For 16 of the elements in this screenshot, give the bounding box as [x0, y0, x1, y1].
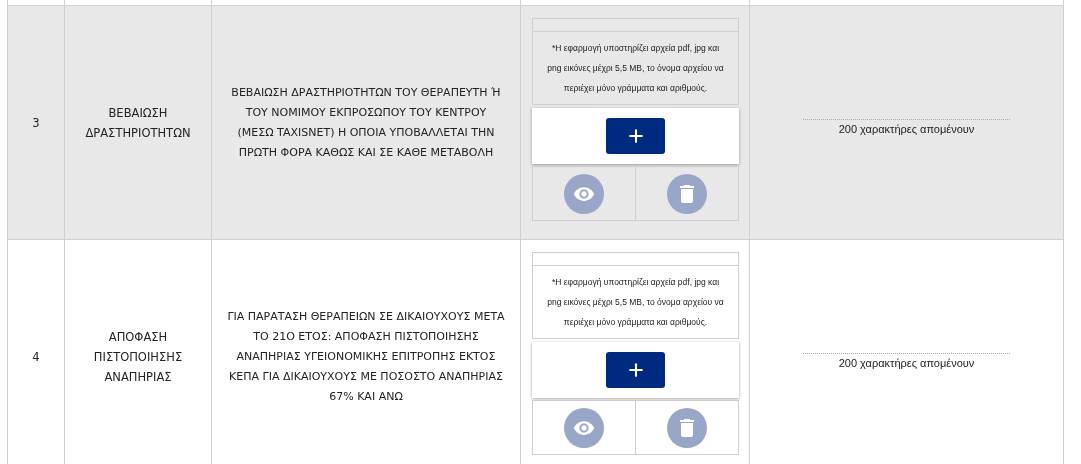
character-counter: 200 χαρακτήρες απομένουν	[838, 356, 975, 369]
view-button[interactable]	[563, 407, 604, 448]
view-button[interactable]	[563, 173, 604, 214]
delete-button[interactable]	[666, 407, 707, 448]
document-title: ΒΕΒΑΙΩΣΗ ΔΡΑΣΤΗΡΙΟΤΗΤΩΝ	[84, 104, 192, 142]
add-button[interactable]	[606, 118, 665, 154]
document-description: ΒΕΒΑΙΩΣΗ ΔΡΑΣΤΗΡΙΟΤΗΤΩΝ ΤΟΥ ΘΕΡΑΠΕΥΤΗ Ή ΤΟΥ ΝΟΜΙΜΟΥ ΕΚΠΡΟΣΩΠΟΥ ΤΟΥ ΚΕΝΤΡΟΥ (ΜΕΣΩ TAXISNET) Η ΟΠΟΙΑ ΥΠΟΒΑΛΛΕΤΑΙ ΤΗΝ ΠΡΩΤΗ ΦΟΡΑ ΚΑΘΩΣ ΚΑΙ ΣΕ ΚΑΘΕ ΜΕΤΑΒΟΛΗ	[230, 84, 502, 161]
row-number: 4	[31, 348, 41, 366]
character-counter: 200 χαρακτήρες απομένουν	[838, 122, 975, 135]
upload-note: *Η εφαρμογή υποστηρίζει αρχεία pdf, jpg και png εικόνες μέχρι 5,5 MB, το όνομα αρχείου να περιέχει μόνο γράμματα και αριθμούς.	[532, 32, 739, 105]
document-description: ΓΙΑ ΠΑΡΑΤΑΣΗ ΘΕΡΑΠΕΙΩΝ ΣΕ ΔΙΚΑΙΟΥΧΟΥΣ ΜΕΤΑ ΤΟ 21Ο ΕΤΟΣ: ΑΠΟΦΑΣΗ ΠΙΣΤΟΠΟΙΗΣΗΣ ΑΝΑΠΗΡΙΑΣ ΥΓΕΙΟΝΟΜΙΚΗΣ ΕΠΙΤΡΟΠΗΣ ΕΚΤΟΣ ΚΕΠΑ ΓΙΑ ΔΙΚΑΙΟΥΧΟΥΣ ΜΕ ΠΟΣΟΣΤΟ ΑΝΑΠΗΡΙΑΣ 67% ΚΑΙ ΑΝΩ	[226, 308, 506, 405]
row-number: 3	[31, 114, 41, 132]
upload-note: *Η εφαρμογή υποστηρίζει αρχεία pdf, jpg και png εικόνες μέχρι 5,5 MB, το όνομα αρχείου να περιέχει μόνο γράμματα και αριθμούς.	[532, 266, 739, 339]
delete-button[interactable]	[666, 173, 707, 214]
add-button[interactable]	[606, 352, 665, 388]
document-title: ΑΠΟΦΑΣΗ ΠΙΣΤΟΠΟΙΗΣΗΣ ΑΝΑΠΗΡΙΑΣ	[92, 328, 184, 386]
